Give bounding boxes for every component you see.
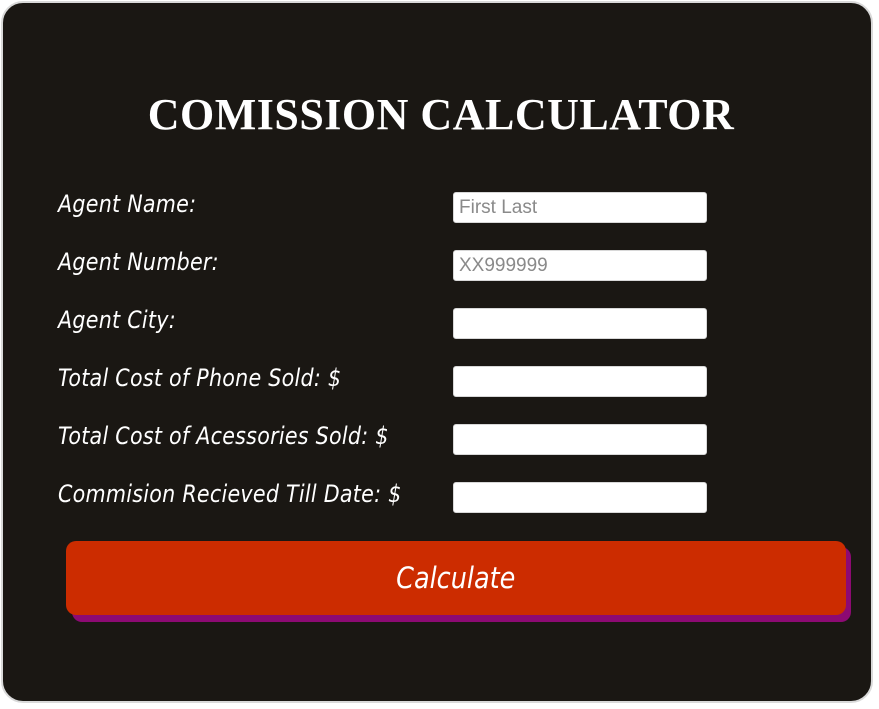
- commission-received-row: Commision Recieved Till Date: $: [3, 480, 879, 515]
- commission-received-input[interactable]: [453, 482, 707, 513]
- agent-city-input[interactable]: [453, 308, 707, 339]
- agent-number-row: Agent Number:: [3, 248, 879, 283]
- accessories-cost-row: Total Cost of Acessories Sold: $: [3, 422, 879, 457]
- agent-name-label: Agent Name:: [58, 190, 197, 218]
- phone-cost-row: Total Cost of Phone Sold: $: [3, 364, 879, 399]
- agent-name-row: Agent Name:: [3, 190, 879, 225]
- phone-cost-input[interactable]: [453, 366, 707, 397]
- calculate-button-label: Calculate: [396, 561, 516, 595]
- phone-cost-label: Total Cost of Phone Sold: $: [58, 364, 342, 392]
- calculate-button[interactable]: Calculate: [66, 541, 846, 615]
- agent-name-input[interactable]: [453, 192, 707, 223]
- accessories-cost-label: Total Cost of Acessories Sold: $: [58, 422, 389, 450]
- agent-city-label: Agent City:: [58, 306, 176, 334]
- page-title: COMISSION CALCULATOR: [147, 90, 735, 139]
- commission-received-label: Commision Recieved Till Date: $: [58, 480, 402, 508]
- agent-number-input[interactable]: [453, 250, 707, 281]
- accessories-cost-input[interactable]: [453, 424, 707, 455]
- agent-number-label: Agent Number:: [58, 248, 219, 276]
- calculator-card: COMISSION CALCULATOR Agent Name: Agent N…: [1, 1, 873, 703]
- agent-city-row: Agent City:: [3, 306, 879, 341]
